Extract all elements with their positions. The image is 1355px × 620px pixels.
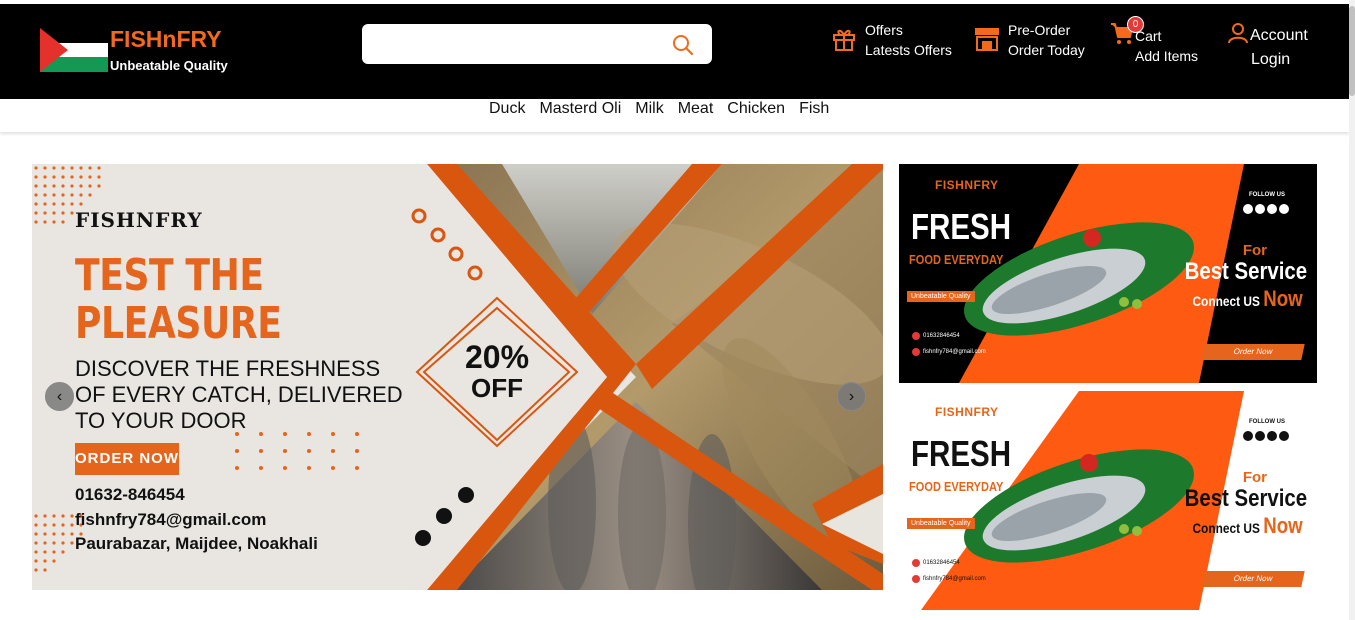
brand-name: FISHnFRY bbox=[110, 26, 222, 52]
pinterest-icon bbox=[1255, 204, 1265, 214]
promo-quality: Unbeatable Quality bbox=[907, 291, 975, 302]
category-masterd-oli[interactable]: Masterd Oli bbox=[532, 99, 628, 121]
promo-social-icons bbox=[1243, 431, 1289, 441]
promo-everyday: FOOD EVERYDAY bbox=[909, 479, 1004, 494]
category-nav: Duck Masterd Oli Milk Meat Chicken Fish bbox=[0, 99, 1349, 132]
promo-email-text: fishnfry784@gmail.com bbox=[923, 576, 986, 582]
promo-best-service: Best Service bbox=[1184, 258, 1307, 285]
gift-icon bbox=[833, 29, 855, 51]
mail-icon bbox=[912, 575, 920, 583]
promo-now: Now bbox=[1263, 513, 1303, 538]
preorder-subtitle: Order Today bbox=[1008, 42, 1085, 58]
promo-follow: FOLLOW US bbox=[1249, 192, 1285, 198]
promo-brand: FISHNFRY bbox=[935, 178, 999, 192]
discount-label: OFF bbox=[471, 373, 523, 403]
category-meat[interactable]: Meat bbox=[671, 99, 721, 121]
category-chicken[interactable]: Chicken bbox=[720, 99, 792, 121]
promo-phone-text: 01632846454 bbox=[923, 560, 960, 566]
cart-link[interactable]: Cart Add Items bbox=[1110, 20, 1210, 68]
offers-title: Offers bbox=[865, 22, 903, 38]
promo-fresh: FRESH bbox=[911, 433, 1012, 474]
account-link[interactable]: Account Login bbox=[1228, 20, 1343, 70]
promo-connect-text: Connect US bbox=[1192, 520, 1261, 536]
discount-percent: 20% bbox=[464, 339, 530, 375]
promo-email-text: fishnfry784@gmail.com bbox=[923, 349, 986, 355]
offers-link[interactable]: Offers Latests Offers bbox=[832, 20, 952, 64]
brand-tagline: Unbeatable Quality bbox=[110, 58, 228, 73]
mail-icon bbox=[912, 348, 920, 356]
account-login[interactable]: Login bbox=[1251, 50, 1290, 70]
promo-for: For bbox=[1242, 242, 1267, 259]
scrollbar-thumb[interactable] bbox=[1349, 6, 1355, 96]
facebook-icon bbox=[1243, 431, 1253, 441]
search-input[interactable] bbox=[374, 32, 654, 56]
search-bar bbox=[362, 24, 712, 64]
site-logo[interactable]: FISHnFRY Unbeatable Quality bbox=[40, 24, 240, 76]
carousel-prev-button[interactable]: ‹ bbox=[45, 382, 74, 411]
discount-badge: 20% OFF bbox=[444, 340, 550, 402]
cart-count-badge: 0 bbox=[1127, 16, 1144, 33]
promo-everyday: FOOD EVERYDAY bbox=[909, 252, 1004, 267]
hero-phone: 01632-846454 bbox=[75, 485, 185, 504]
promo-order-button[interactable]: Order Now bbox=[1201, 571, 1305, 587]
promo-fresh: FRESH bbox=[911, 206, 1012, 247]
account-title: Account bbox=[1250, 27, 1308, 44]
phone-icon bbox=[912, 559, 920, 567]
flag-icon bbox=[40, 28, 108, 72]
search-icon[interactable] bbox=[672, 34, 694, 56]
promo-banner-1[interactable]: FISHNFRY FRESH FOOD EVERYDAY Unbeatable … bbox=[899, 164, 1317, 383]
hero-email: fishnfry784@gmail.com bbox=[75, 510, 267, 529]
category-duck[interactable]: Duck bbox=[482, 99, 532, 121]
pinterest-icon bbox=[1255, 431, 1265, 441]
user-icon bbox=[1228, 23, 1248, 44]
hero-title: TEST THE PLEASURE bbox=[75, 250, 282, 349]
promo-email: fishnfry784@gmail.com bbox=[912, 348, 986, 356]
top-header: FISHnFRY Unbeatable Quality Offers Lates… bbox=[0, 4, 1349, 99]
promo-connect: Connect US Now bbox=[1193, 513, 1303, 539]
promo-brand: FISHNFRY bbox=[935, 405, 999, 419]
promo-quality: Unbeatable Quality bbox=[907, 518, 975, 529]
twitter-icon bbox=[1279, 204, 1289, 214]
promo-for: For bbox=[1242, 469, 1267, 486]
instagram-icon bbox=[1267, 431, 1277, 441]
promo-social-icons bbox=[1243, 204, 1289, 214]
promo-order-button[interactable]: Order Now bbox=[1201, 344, 1305, 360]
hero-brand: FISHNFRY bbox=[75, 208, 203, 232]
promo-connect-text: Connect US bbox=[1192, 293, 1261, 309]
offers-subtitle: Latests Offers bbox=[865, 42, 952, 58]
promo-best-service: Best Service bbox=[1184, 485, 1307, 512]
promo-phone: 01632846454 bbox=[912, 559, 960, 567]
carousel-next-button[interactable]: › bbox=[837, 382, 866, 411]
preorder-title: Pre-Order bbox=[1008, 22, 1071, 38]
instagram-icon bbox=[1267, 204, 1277, 214]
phone-icon bbox=[912, 332, 920, 340]
promo-email: fishnfry784@gmail.com bbox=[912, 575, 986, 583]
twitter-icon bbox=[1279, 431, 1289, 441]
promo-phone-text: 01632846454 bbox=[923, 333, 960, 339]
category-fish[interactable]: Fish bbox=[792, 99, 836, 121]
hero-carousel: FISHNFRY TEST THE PLEASURE DISCOVER THE … bbox=[32, 164, 883, 590]
cart-subtitle: Add Items bbox=[1135, 48, 1199, 64]
hero-subtitle: DISCOVER THE FRESHNESS OF EVERY CATCH, D… bbox=[75, 356, 403, 433]
hero-address: Paurabazar, Maijdee, Noakhali bbox=[75, 534, 318, 553]
promo-connect: Connect US Now bbox=[1193, 286, 1303, 312]
category-milk[interactable]: Milk bbox=[628, 99, 670, 121]
preorder-link[interactable]: Pre-Order Order Today bbox=[974, 20, 1094, 64]
promo-now: Now bbox=[1263, 286, 1303, 311]
promo-follow: FOLLOW US bbox=[1249, 419, 1285, 425]
facebook-icon bbox=[1243, 204, 1253, 214]
hero-order-button[interactable]: ORDER NOW bbox=[75, 443, 179, 475]
page-scrollbar[interactable] bbox=[1349, 0, 1355, 620]
store-icon bbox=[975, 28, 999, 51]
promo-banner-2[interactable]: FISHNFRY FRESH FOOD EVERYDAY Unbeatable … bbox=[899, 391, 1317, 610]
promo-phone: 01632846454 bbox=[912, 332, 960, 340]
